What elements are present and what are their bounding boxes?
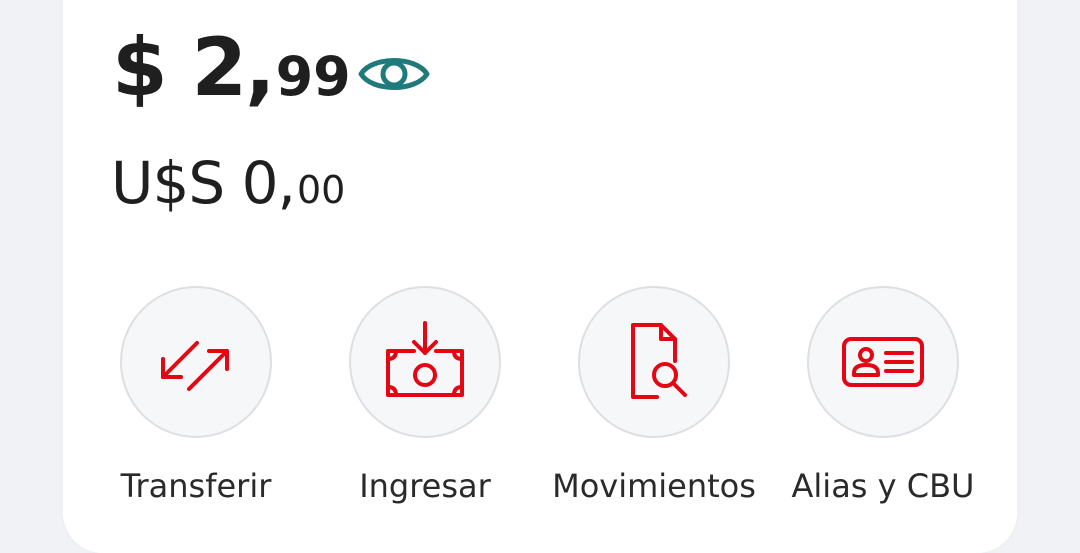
eye-icon[interactable] bbox=[358, 50, 430, 98]
id-card-icon bbox=[842, 337, 924, 387]
ars-balance-cents: 99 bbox=[275, 45, 351, 108]
ars-balance: $ 2, 99 bbox=[112, 28, 351, 108]
movements-button[interactable] bbox=[578, 286, 730, 438]
transfer-label: Transferir bbox=[120, 467, 272, 505]
usd-balance-main: U$S 0, bbox=[111, 149, 296, 217]
alias-cbu-button[interactable] bbox=[807, 286, 959, 438]
deposit-label: Ingresar bbox=[359, 467, 491, 505]
alias-cbu-action[interactable]: Alias y CBU bbox=[768, 286, 998, 502]
movements-action[interactable]: Movimientos bbox=[539, 286, 769, 502]
transfer-action[interactable]: Transferir bbox=[81, 286, 311, 502]
movements-label: Movimientos bbox=[552, 467, 756, 505]
deposit-button[interactable] bbox=[349, 286, 501, 438]
deposit-money-icon bbox=[386, 321, 464, 397]
ars-balance-main: $ 2, bbox=[112, 21, 276, 114]
alias-cbu-label: Alias y CBU bbox=[791, 467, 975, 505]
document-search-icon bbox=[631, 323, 687, 399]
transfer-button[interactable] bbox=[120, 286, 272, 438]
transfer-arrows-icon bbox=[161, 341, 229, 391]
usd-balance: U$S 0, 00 bbox=[111, 154, 345, 212]
deposit-action[interactable]: Ingresar bbox=[310, 286, 540, 502]
usd-balance-cents: 00 bbox=[296, 168, 346, 212]
